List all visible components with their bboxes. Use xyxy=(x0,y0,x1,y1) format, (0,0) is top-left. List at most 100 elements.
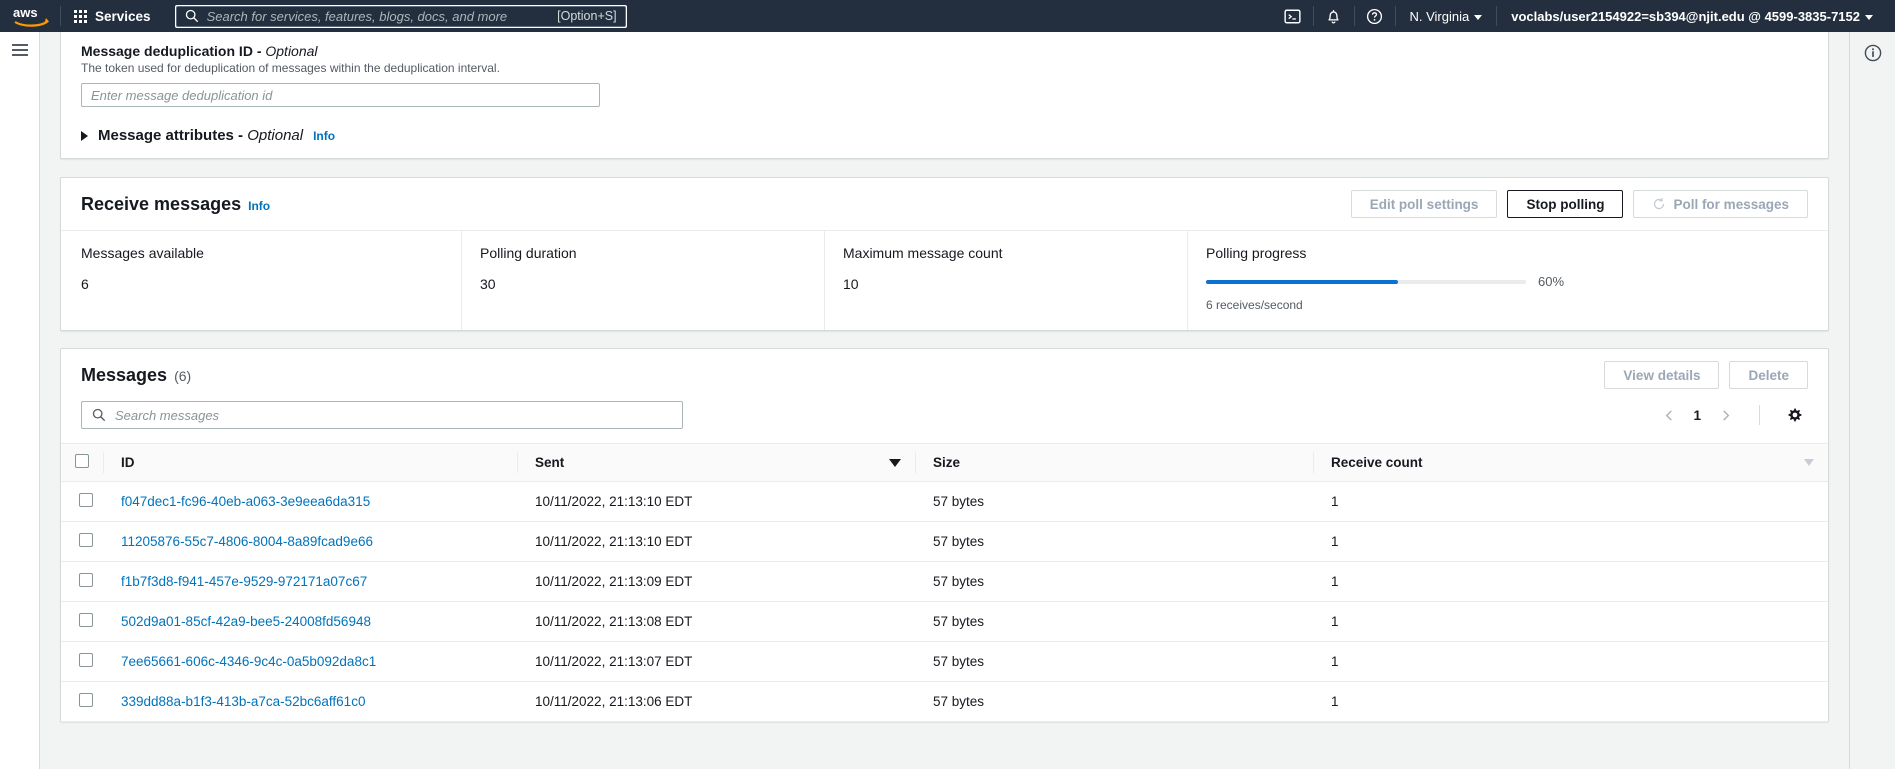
pagination-next-button[interactable] xyxy=(1711,401,1739,429)
poll-for-messages-label: Poll for messages xyxy=(1673,196,1789,212)
row-select-cell xyxy=(61,641,103,682)
row-checkbox[interactable] xyxy=(79,573,93,587)
cell-sent: 10/11/2022, 21:13:09 EDT xyxy=(517,561,915,602)
stop-polling-button[interactable]: Stop polling xyxy=(1507,190,1624,218)
table-row[interactable]: 11205876-55c7-4806-8004-8a89fcad9e66 10/1… xyxy=(61,521,1828,562)
chevron-left-icon xyxy=(1665,409,1672,421)
messages-header: Messages (6) View details Delete xyxy=(61,349,1828,401)
cell-size: 57 bytes xyxy=(915,641,1313,682)
message-deduplication-id-input[interactable] xyxy=(91,87,590,103)
row-select-cell xyxy=(61,681,103,722)
cell-size: 57 bytes xyxy=(915,601,1313,642)
messages-search-input[interactable] xyxy=(115,407,672,423)
select-all-header xyxy=(61,443,103,482)
table-row[interactable]: 339dd88a-b1f3-413b-a7ca-52bc6aff61c0 10/1… xyxy=(61,681,1828,722)
account-menu[interactable]: voclabs/user2154922=sb394@njit.edu @ 459… xyxy=(1499,0,1885,32)
receive-messages-header: Receive messages Info Edit poll settings… xyxy=(61,178,1828,230)
cell-size: 57 bytes xyxy=(915,521,1313,562)
polling-progress-fill xyxy=(1206,279,1398,284)
poll-for-messages-button[interactable]: Poll for messages xyxy=(1633,190,1808,218)
dedup-field-label: Message deduplication ID - Optional xyxy=(81,32,1808,59)
column-header-sent[interactable]: Sent xyxy=(517,443,915,482)
row-checkbox[interactable] xyxy=(79,693,93,707)
row-checkbox[interactable] xyxy=(79,493,93,507)
edit-poll-settings-button[interactable]: Edit poll settings xyxy=(1350,190,1498,218)
pagination-prev-button[interactable] xyxy=(1655,401,1683,429)
dedup-field-description: The token used for deduplication of mess… xyxy=(81,61,500,75)
message-deduplication-panel: Message deduplication ID - Optional The … xyxy=(60,32,1829,159)
cell-size: 57 bytes xyxy=(915,681,1313,722)
cell-sent: 10/11/2022, 21:13:07 EDT xyxy=(517,641,915,682)
app-body: Message deduplication ID - Optional The … xyxy=(0,32,1895,769)
search-shortcut-hint: [Option+S] xyxy=(557,9,617,23)
messages-actions: View details Delete xyxy=(1604,361,1808,389)
sort-indicator-receive-count xyxy=(1804,459,1828,466)
dedup-label-optional: Optional xyxy=(265,43,318,59)
polling-progress-label: Polling progress xyxy=(1206,245,1307,261)
message-id-link[interactable]: 502d9a01-85cf-42a9-bee5-24008fd56948 xyxy=(121,614,371,629)
receive-messages-actions: Edit poll settings Stop polling Poll for… xyxy=(1350,190,1808,218)
message-attributes-title: Message attributes - Optional xyxy=(98,127,303,144)
region-selector[interactable]: N. Virginia xyxy=(1398,0,1495,32)
pagination-page-1[interactable]: 1 xyxy=(1687,408,1707,423)
view-details-button[interactable]: View details xyxy=(1604,361,1720,389)
messages-search-wrapper[interactable] xyxy=(81,401,683,429)
message-id-link[interactable]: 339dd88a-b1f3-413b-a7ca-52bc6aff61c0 xyxy=(121,694,365,709)
row-checkbox[interactable] xyxy=(79,533,93,547)
row-checkbox[interactable] xyxy=(79,613,93,627)
cell-id: 11205876-55c7-4806-8004-8a89fcad9e66 xyxy=(103,521,517,562)
column-header-id[interactable]: ID xyxy=(103,443,517,482)
info-circle-icon[interactable] xyxy=(1864,44,1882,769)
cell-receive-count: 1 xyxy=(1313,521,1828,562)
receive-messages-title-text: Receive messages xyxy=(81,193,242,214)
message-id-link[interactable]: 11205876-55c7-4806-8004-8a89fcad9e66 xyxy=(121,534,373,549)
nav-divider xyxy=(1394,6,1396,26)
metric-messages-available: Messages available 6 xyxy=(81,231,461,330)
message-id-link[interactable]: f1b7f3d8-f941-457e-9529-972171a07c67 xyxy=(121,574,367,589)
cell-sent: 10/11/2022, 21:13:10 EDT xyxy=(517,481,915,522)
hamburger-menu-icon[interactable] xyxy=(0,44,40,56)
bell-icon[interactable] xyxy=(1316,0,1352,32)
receive-messages-info-link[interactable]: Info xyxy=(248,199,270,213)
table-row[interactable]: 502d9a01-85cf-42a9-bee5-24008fd56948 10/1… xyxy=(61,601,1828,642)
global-search-container[interactable]: [Option+S] xyxy=(174,4,627,28)
message-id-link[interactable]: 7ee65661-606c-4346-9c4c-0a5b092da8c1 xyxy=(121,654,376,669)
cell-sent: 10/11/2022, 21:13:08 EDT xyxy=(517,601,915,642)
nav-divider xyxy=(1353,6,1355,26)
metric-label: Maximum message count xyxy=(843,245,1003,261)
row-checkbox[interactable] xyxy=(79,653,93,667)
metric-value: 10 xyxy=(843,276,859,292)
table-preferences-button[interactable] xyxy=(1780,401,1808,429)
polling-progress-bar xyxy=(1206,279,1526,284)
column-header-receive-count[interactable]: Receive count xyxy=(1313,443,1828,482)
messages-count: (6) xyxy=(174,367,192,384)
row-select-cell xyxy=(61,481,103,522)
cell-size: 57 bytes xyxy=(915,561,1313,602)
aws-logo[interactable]: aws xyxy=(0,0,58,32)
polling-rate-label: 6 receives/second xyxy=(1206,298,1303,312)
column-label-id: ID xyxy=(121,455,135,470)
services-menu-button[interactable]: Services xyxy=(63,0,162,32)
refresh-icon xyxy=(1654,198,1665,210)
cell-receive-count: 1 xyxy=(1313,561,1828,602)
column-header-size[interactable]: Size xyxy=(915,443,1313,482)
nav-divider xyxy=(1312,6,1314,26)
table-row[interactable]: f1b7f3d8-f941-457e-9529-972171a07c67 10/1… xyxy=(61,561,1828,602)
message-id-link[interactable]: f047dec1-fc96-40eb-a063-3e9eea6da315 xyxy=(121,494,370,509)
messages-table: ID Sent Size Receive count f047dec1-fc96… xyxy=(61,443,1828,722)
help-icon[interactable] xyxy=(1357,0,1393,32)
search-icon xyxy=(185,9,198,23)
table-row[interactable]: f047dec1-fc96-40eb-a063-3e9eea6da315 10/1… xyxy=(61,481,1828,522)
global-search-input[interactable] xyxy=(206,8,558,24)
table-row[interactable]: 7ee65661-606c-4346-9c4c-0a5b092da8c1 10/1… xyxy=(61,641,1828,682)
select-all-checkbox[interactable] xyxy=(75,454,89,468)
cloudshell-icon[interactable] xyxy=(1275,0,1311,32)
delete-button[interactable]: Delete xyxy=(1729,361,1808,389)
dedup-input-wrapper[interactable] xyxy=(81,83,600,107)
message-attributes-info-link[interactable]: Info xyxy=(313,129,335,143)
message-attributes-optional: Optional xyxy=(247,127,304,144)
column-label-size: Size xyxy=(933,455,961,470)
message-attributes-expander[interactable]: Message attributes - Optional Info xyxy=(81,127,1808,144)
cell-id: 502d9a01-85cf-42a9-bee5-24008fd56948 xyxy=(103,601,517,642)
messages-panel: Messages (6) View details Delete Search … xyxy=(60,348,1829,722)
